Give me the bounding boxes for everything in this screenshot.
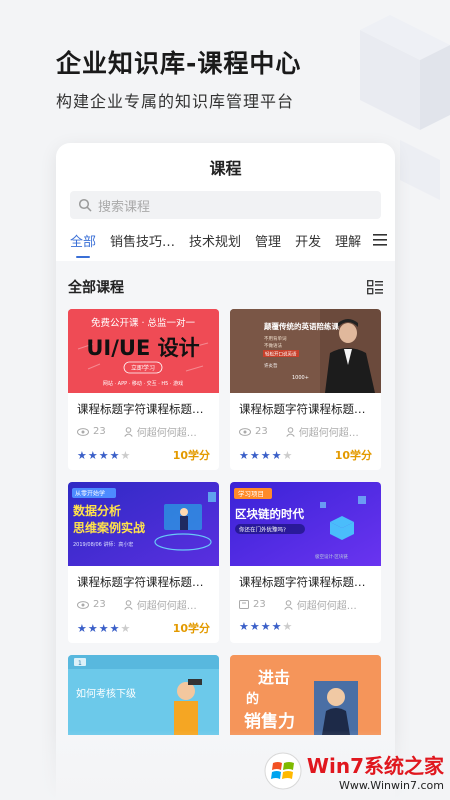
view-count: 23: [253, 599, 266, 610]
star-rating: ★★★★★: [239, 620, 294, 633]
tab-tech-planning[interactable]: 技术规划: [189, 221, 241, 260]
eye-icon: [77, 600, 89, 609]
tab-management[interactable]: 管理: [255, 221, 281, 260]
watermark-brand: Win7系统之家: [306, 754, 444, 778]
course-card[interactable]: 学习项目 区块链的时代 你还在门外犹豫吗? 极空设计·区块链 课程标题字符课程标…: [230, 482, 381, 643]
eye-icon: [239, 427, 251, 436]
view-count: 23: [93, 426, 106, 437]
tab-sales-skills[interactable]: 销售技巧…: [110, 221, 175, 260]
tabs-menu-button[interactable]: [365, 219, 395, 261]
thumb-tiny-text: 极空设计·区块链: [315, 553, 348, 560]
credit-label: 10学分: [172, 449, 210, 462]
thumb-tag-text: 学习项目: [238, 489, 264, 498]
thumb-line-2: 不做语法: [264, 342, 282, 349]
thumb-tag-text: 从零开始学: [75, 490, 105, 498]
category-tabs: 全部 销售技巧… 技术规划 管理 开发 理解: [56, 219, 395, 261]
search-placeholder: 搜索课程: [98, 199, 151, 215]
course-card-partial[interactable]: 1 如何考核下级: [68, 655, 219, 735]
thumb-main-line-1: 数据分析: [73, 503, 121, 518]
course-thumbnail: 免费公开课 · 总监一对一 UI/UE 设计 立即学习 网站 · APP · 移…: [68, 309, 219, 393]
user-icon: [124, 599, 133, 610]
thumb-tag-text: 立即学习: [131, 364, 155, 372]
author-name: 何超何何超…: [298, 428, 359, 439]
star-rating: ★★★★★: [77, 621, 132, 635]
thumb-main-text: 区块链的时代: [235, 507, 304, 521]
view-count: 23: [93, 599, 106, 610]
section-title: 全部课程: [68, 280, 124, 296]
thumb-top-text: 免费公开课 · 总监一对一: [91, 317, 196, 329]
course-title: 课程标题字符课程标题字…: [77, 575, 210, 589]
thumb-small-text: 许炎哲: [264, 362, 278, 369]
watermark-url: Www.Winwin7.com: [338, 779, 444, 792]
thumbnail-art: 从零开始学 数据分析 思维案例实战 2019/08/06 讲师：高小宏: [68, 482, 219, 566]
partial-text: 如何考核下级: [76, 687, 136, 700]
course-card-partial[interactable]: 进击 的 销售力: [230, 655, 381, 735]
user-icon: [286, 426, 295, 437]
course-card[interactable]: 从零开始学 数据分析 思维案例实战 2019/08/06 讲师：高小宏 课程标题…: [68, 482, 219, 643]
course-thumbnail: 学习项目 区块链的时代 你还在门外犹豫吗? 极空设计·区块链: [230, 482, 381, 566]
credit-label: 10学分: [172, 622, 210, 635]
tab-understanding[interactable]: 理解: [335, 221, 361, 260]
app-screen: 课程 搜索课程 全部 销售技巧… 技术规划 管理 开发 理解 全部课程 免费公开…: [56, 143, 395, 800]
star-rating: ★★★★★: [77, 448, 132, 462]
search-icon: [78, 198, 92, 212]
page-title: 企业知识库-课程中心: [56, 49, 302, 78]
partial-text-2: 的: [246, 691, 259, 707]
partial-tag: 1: [78, 660, 82, 667]
user-icon: [284, 599, 293, 610]
credit-label: 10学分: [334, 449, 372, 462]
partial-text-3: 销售力: [244, 711, 295, 732]
course-thumbnail: 颠覆传统的英语陪练课 不用背单词 不做语法 轻松开口说英语 许炎哲 1000+: [230, 309, 381, 393]
thumb-line-3: 轻松开口说英语: [265, 351, 297, 358]
thumb-main-text: 颠覆传统的英语陪练课: [263, 321, 339, 331]
thumb-line-1: 不用背单词: [264, 335, 287, 342]
list-view-toggle-icon[interactable]: [367, 279, 383, 295]
user-icon: [124, 426, 133, 437]
view-count: 23: [255, 426, 268, 437]
thumb-bottom-text: 2019/08/06 讲师：高小宏: [73, 541, 133, 548]
course-title: 课程标题字符课程标题字…: [77, 402, 210, 416]
book-icon: [239, 600, 249, 609]
app-header-title: 课程: [209, 159, 242, 178]
watermark: Win7系统之家 Www.Winwin7.com: [263, 750, 444, 792]
search-input[interactable]: 搜索课程: [70, 191, 381, 219]
windows-logo-icon: [264, 752, 302, 790]
thumbnail-art: 1 如何考核下级: [68, 655, 219, 735]
thumb-bottom-text: 网站 · APP · 移动 · 交互 · H5 · 游戏: [103, 380, 183, 387]
author-name: 何超何何超…: [136, 428, 197, 439]
course-title: 课程标题字符课程标题字…: [239, 575, 372, 589]
tab-development[interactable]: 开发: [295, 221, 321, 260]
thumbnail-art: 进击 的 销售力: [230, 655, 381, 735]
thumbnail-art: 学习项目 区块链的时代 你还在门外犹豫吗? 极空设计·区块链: [230, 482, 381, 566]
author-name: 何超何何超…: [136, 601, 197, 612]
eye-icon: [77, 427, 89, 436]
thumbnail-art: 免费公开课 · 总监一对一 UI/UE 设计 立即学习 网站 · APP · 移…: [68, 309, 219, 393]
star-rating: ★★★★★: [239, 448, 294, 462]
course-card[interactable]: 颠覆传统的英语陪练课 不用背单词 不做语法 轻松开口说英语 许炎哲 1000+: [230, 309, 381, 470]
tab-all[interactable]: 全部: [70, 221, 96, 260]
menu-icon: [373, 234, 387, 246]
thumb-count-text: 1000+: [292, 375, 309, 381]
course-thumbnail: 从零开始学 数据分析 思维案例实战 2019/08/06 讲师：高小宏: [68, 482, 219, 566]
thumb-main-line-2: 思维案例实战: [73, 520, 145, 535]
thumbnail-art: 颠覆传统的英语陪练课 不用背单词 不做语法 轻松开口说英语 许炎哲 1000+: [230, 309, 381, 393]
course-card[interactable]: 免费公开课 · 总监一对一 UI/UE 设计 立即学习 网站 · APP · 移…: [68, 309, 219, 470]
author-name: 何超何何超…: [296, 601, 357, 612]
partial-text-1: 进击: [258, 668, 290, 687]
page-subtitle: 构建企业专属的知识库管理平台: [56, 92, 295, 111]
thumb-main-text: UI/UE 设计: [86, 336, 199, 360]
thumb-sub-text: 你还在门外犹豫吗?: [239, 526, 286, 534]
course-title: 课程标题字符课程标题字…: [239, 402, 372, 416]
course-list-area: 全部课程 免费公开课 · 总监一对一 UI/UE 设计 立即学习 网站 · AP…: [56, 261, 395, 800]
